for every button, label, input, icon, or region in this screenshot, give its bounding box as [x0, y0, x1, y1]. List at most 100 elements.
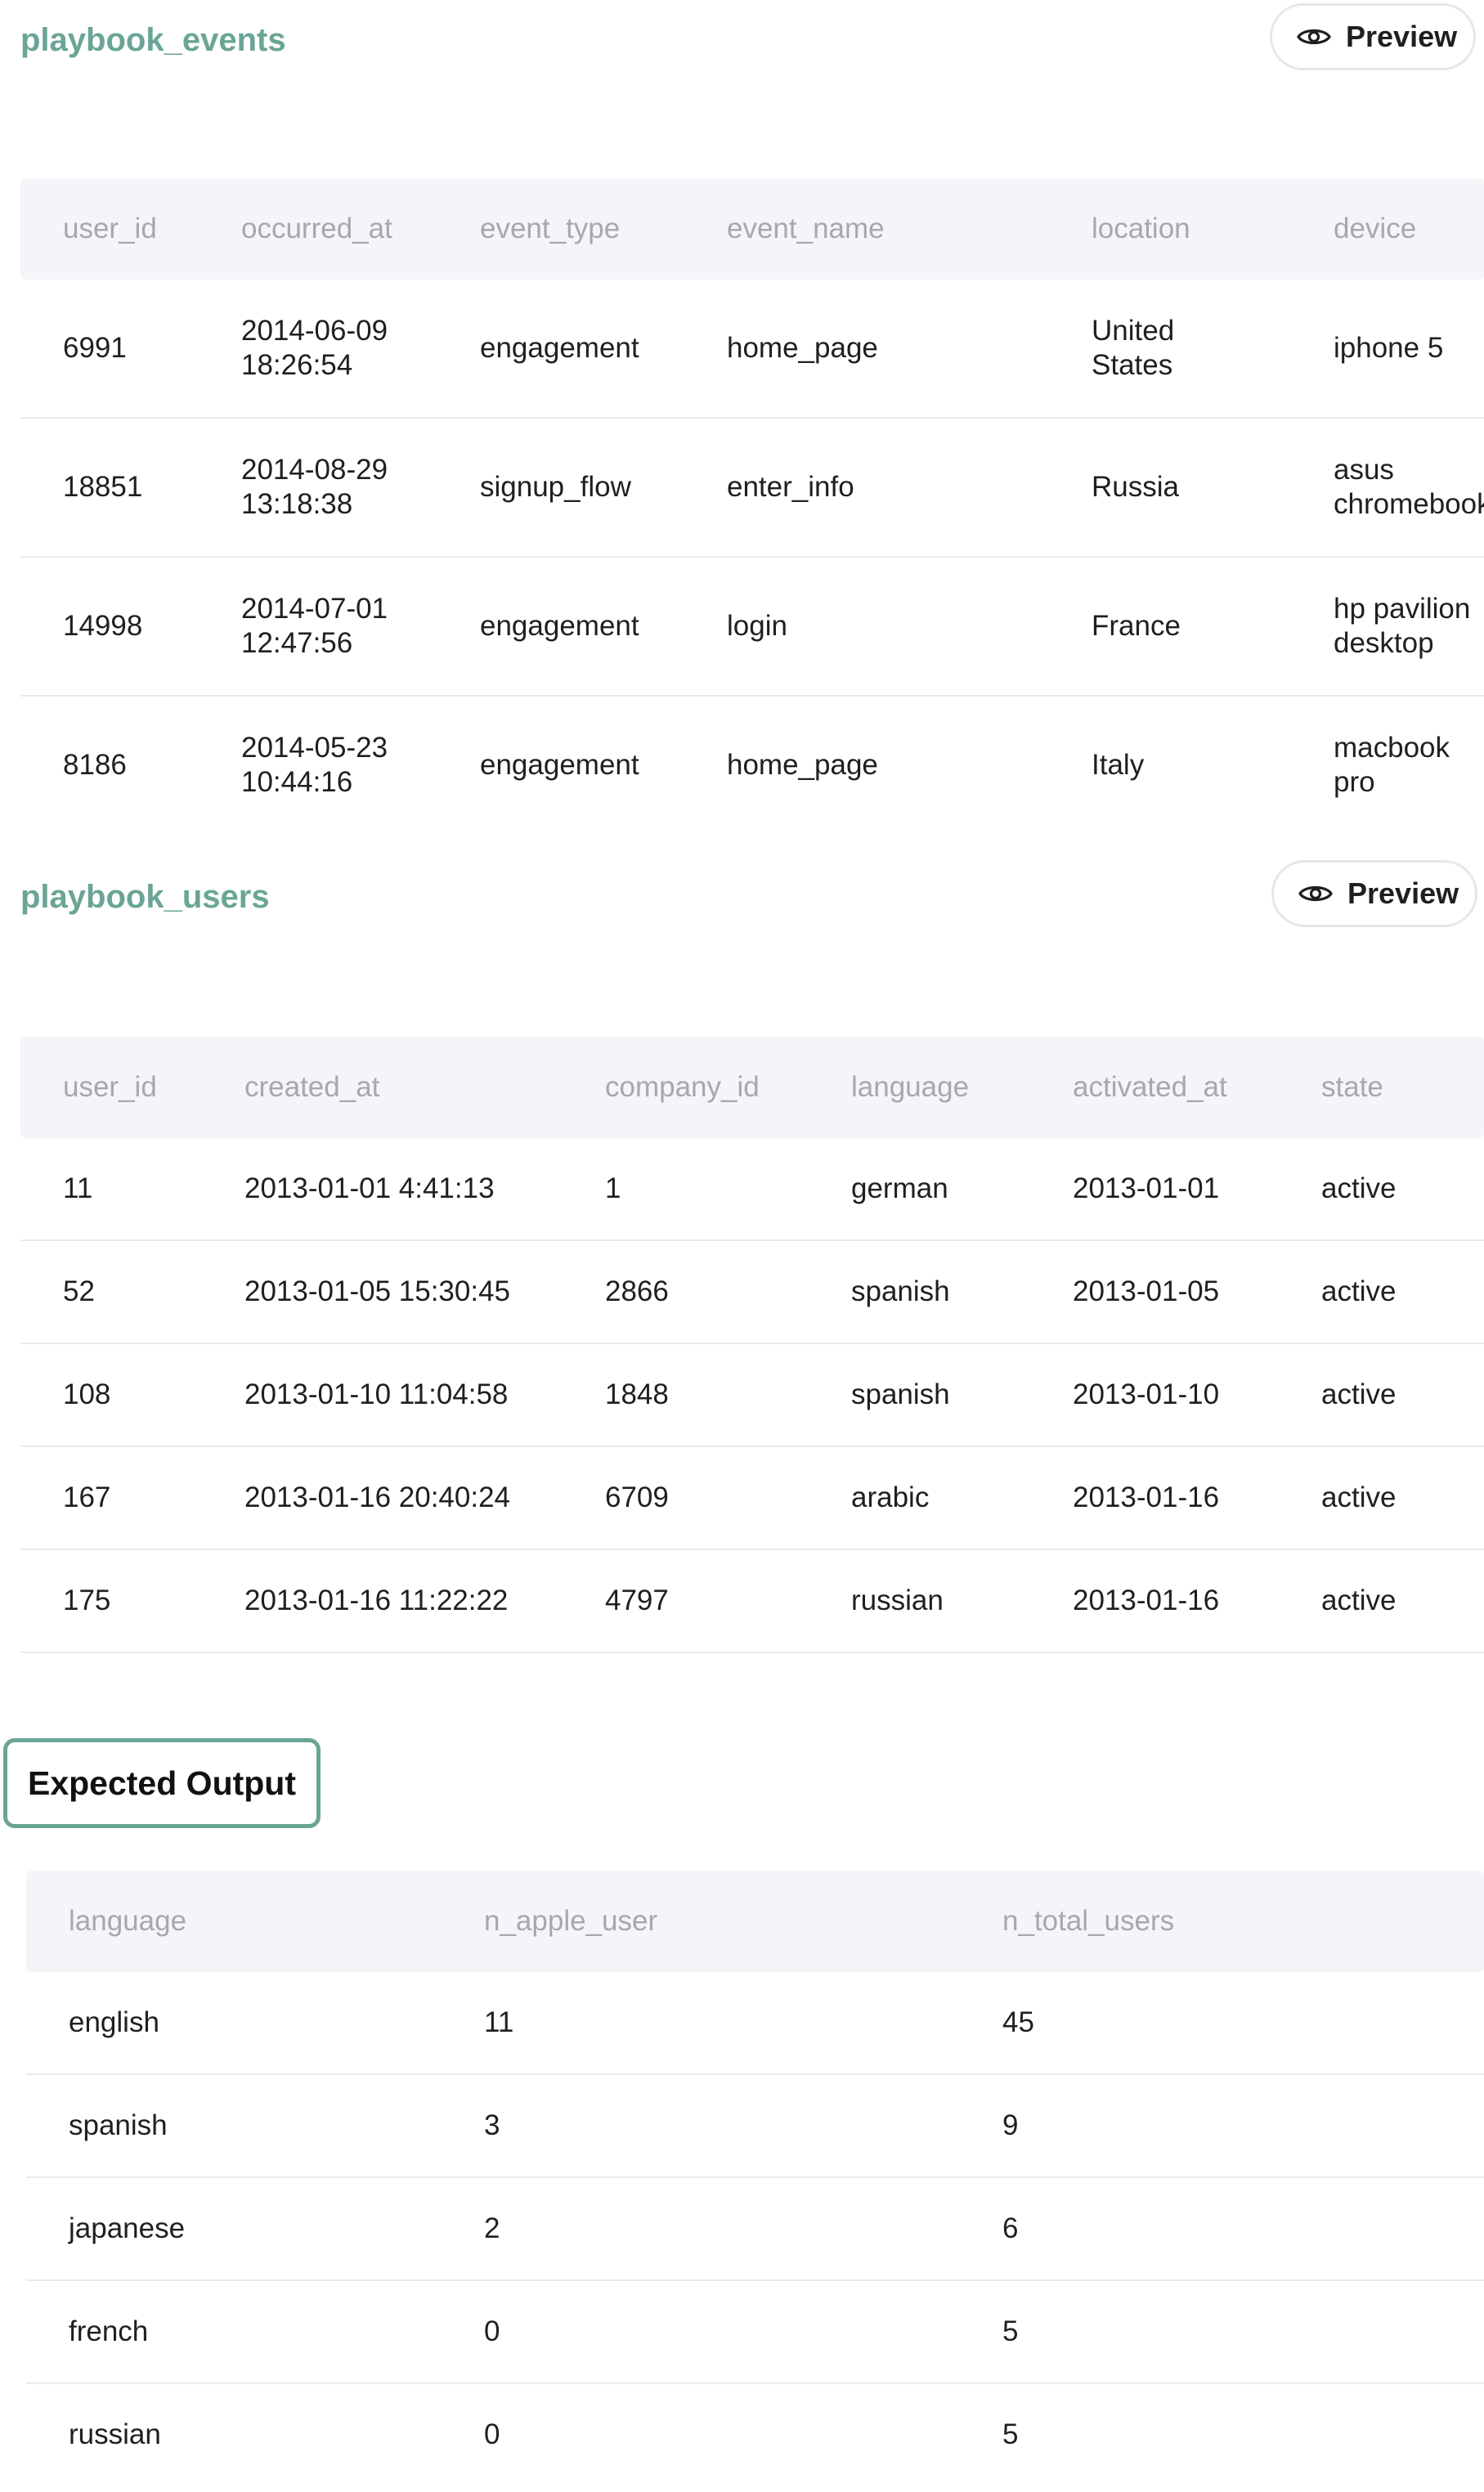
table-cell: 2013-01-16 11:22:22 [202, 1549, 563, 1653]
table-cell: 0 [442, 2280, 960, 2384]
table-cell: 5 [960, 2280, 1484, 2384]
expected-header-row: language n_apple_user n_total_users [26, 1871, 1484, 1972]
table-cell: german [809, 1138, 1030, 1241]
table-cell: 11 [442, 1972, 960, 2075]
preview-button-label: Preview [1346, 20, 1458, 53]
users-table-title: playbook_users [20, 879, 270, 915]
table-cell: 2014-07-01 12:47:56 [199, 557, 437, 697]
table-cell: engagement [480, 749, 639, 781]
column-header[interactable]: location [1049, 178, 1291, 280]
table-cell: 2013-01-16 [1030, 1549, 1279, 1653]
column-header[interactable]: user_id [20, 178, 199, 280]
table-cell: japanese [26, 2177, 442, 2281]
table-row: 167 2013-01-16 20:40:24 6709 arabic 2013… [20, 1446, 1484, 1550]
eye-icon [1298, 885, 1333, 902]
table-cell: 18851 [20, 418, 199, 558]
table-cell: 2013-01-05 15:30:45 [202, 1240, 563, 1344]
users-table: user_id created_at company_id language a… [20, 1037, 1484, 1653]
table-cell: active [1279, 1343, 1484, 1447]
expected-output-tab[interactable]: Expected Output [3, 1738, 321, 1828]
preview-button-label: Preview [1347, 876, 1459, 910]
table-row: english 11 45 [26, 1972, 1484, 2075]
table-cell: United States [1049, 280, 1291, 419]
table-cell: 8186 [63, 749, 127, 781]
table-cell: 2013-01-16 [1030, 1446, 1279, 1550]
column-header[interactable]: event_name [684, 178, 1049, 280]
events-section-header: playbook_events Preview [20, 3, 1484, 77]
table-cell: 175 [20, 1549, 202, 1653]
table-cell: signup_flow [437, 418, 684, 558]
column-header[interactable]: activated_at [1030, 1037, 1279, 1138]
table-cell: 11 [20, 1138, 202, 1241]
table-cell: hp pavilion desktop [1291, 557, 1484, 697]
expected-output-table: language n_apple_user n_total_users engl… [26, 1871, 1484, 2485]
table-cell: 1 [563, 1138, 809, 1241]
table-row: 11 2013-01-01 4:41:13 1 german 2013-01-0… [20, 1138, 1484, 1241]
column-header[interactable]: device [1291, 178, 1484, 280]
table-cell: russian [809, 1549, 1030, 1653]
column-header[interactable]: n_apple_user [442, 1871, 960, 1972]
table-cell: 52 [20, 1240, 202, 1344]
table-cell: spanish [809, 1343, 1030, 1447]
table-cell: 2014-08-29 13:18:38 [199, 418, 437, 558]
table-row: russian 0 5 [26, 2383, 1484, 2485]
events-preview-button[interactable]: Preview [1270, 3, 1476, 70]
table-row: japanese 2 6 [26, 2177, 1484, 2281]
table-cell: engagement [437, 280, 684, 419]
table-row: spanish 3 9 [26, 2074, 1484, 2178]
table-cell: 2013-01-05 [1030, 1240, 1279, 1344]
table-row: 52 2013-01-05 15:30:45 2866 spanish 2013… [20, 1240, 1484, 1344]
table-cell: 5 [1002, 2418, 1019, 2450]
table-cell: 6 [960, 2177, 1484, 2281]
table-row: 6991 2014-06-09 18:26:54 engagement home… [20, 280, 1484, 419]
table-row: 175 2013-01-16 11:22:22 4797 russian 201… [20, 1549, 1484, 1653]
table-row: 14998 2014-07-01 12:47:56 engagement log… [20, 557, 1484, 697]
column-header[interactable]: created_at [202, 1037, 563, 1138]
table-cell: active [1279, 1446, 1484, 1550]
table-cell: Russia [1049, 418, 1291, 558]
table-cell: active [1279, 1549, 1484, 1653]
table-cell: active [1279, 1240, 1484, 1344]
table-cell: active [1279, 1138, 1484, 1241]
table-cell: login [684, 557, 1049, 697]
users-preview-button[interactable]: Preview [1271, 860, 1477, 927]
column-header[interactable]: occurred_at [199, 178, 437, 280]
table-row: french 0 5 [26, 2280, 1484, 2384]
column-header[interactable]: user_id [20, 1037, 202, 1138]
column-header[interactable]: n_total_users [960, 1871, 1484, 1972]
table-cell: 4797 [563, 1549, 809, 1653]
column-header[interactable]: state [1279, 1037, 1484, 1138]
table-cell: 0 [484, 2418, 500, 2450]
table-cell: 14998 [20, 557, 199, 697]
table-cell: 2866 [563, 1240, 809, 1344]
table-cell: 167 [20, 1446, 202, 1550]
column-header[interactable]: event_type [437, 178, 684, 280]
table-cell: macbook pro [1334, 732, 1450, 798]
column-header[interactable]: language [809, 1037, 1030, 1138]
table-cell: iphone 5 [1291, 280, 1484, 419]
table-cell: 2013-01-01 [1030, 1138, 1279, 1241]
table-cell: 9 [960, 2074, 1484, 2178]
table-cell: 2013-01-10 11:04:58 [202, 1343, 563, 1447]
table-cell: russian [69, 2418, 161, 2450]
table-cell: 3 [442, 2074, 960, 2178]
table-cell: 108 [20, 1343, 202, 1447]
users-header-row: user_id created_at company_id language a… [20, 1037, 1484, 1138]
table-cell: spanish [809, 1240, 1030, 1344]
table-cell: french [26, 2280, 442, 2384]
table-cell: Italy [1092, 749, 1145, 781]
table-cell: France [1049, 557, 1291, 697]
column-header[interactable]: company_id [563, 1037, 809, 1138]
table-cell: 2013-01-01 4:41:13 [202, 1138, 563, 1241]
table-cell: arabic [809, 1446, 1030, 1550]
table-cell: spanish [26, 2074, 442, 2178]
column-header[interactable]: language [26, 1871, 442, 1972]
table-cell: 45 [960, 1972, 1484, 2075]
table-cell: 6991 [20, 280, 199, 419]
table-cell: 2013-01-16 20:40:24 [202, 1446, 563, 1550]
table-cell: 1848 [563, 1343, 809, 1447]
table-cell: home_page [727, 749, 878, 781]
table-cell: 2014-06-09 18:26:54 [199, 280, 437, 419]
table-cell: 2013-01-10 [1030, 1343, 1279, 1447]
users-section-header: playbook_users Preview [20, 860, 1484, 934]
